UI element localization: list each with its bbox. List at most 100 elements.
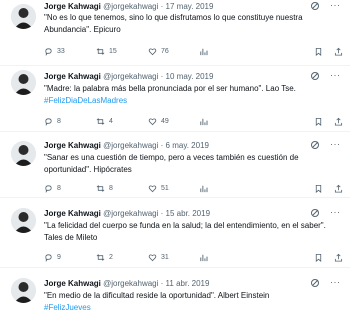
views-button[interactable] <box>199 183 212 194</box>
tweet-5[interactable]: Jorge Kahwagi @jorgekahwagi · 11 abr. 20… <box>0 268 350 315</box>
separator-dot: · <box>160 209 164 218</box>
tweet-date[interactable]: 17 may. 2019 <box>166 2 214 11</box>
tweet-date[interactable]: 10 may. 2019 <box>166 72 214 81</box>
grok-icon[interactable] <box>310 140 320 150</box>
reply-count: 8 <box>57 117 61 125</box>
separator-dot: · <box>160 2 164 11</box>
tweet-text-content: "La felicidad del cuerpo se funda en la … <box>44 221 326 242</box>
like-button[interactable]: 51 <box>148 183 169 194</box>
tweet-text-content: "Madre: la palabra más bella pronunciada… <box>44 84 296 93</box>
retweet-count: 15 <box>109 47 117 55</box>
tweet-text: "La felicidad del cuerpo se funda en la … <box>44 220 340 244</box>
author-name[interactable]: Jorge Kahwagi <box>44 209 101 218</box>
hashtag-link[interactable]: #FelizJueves <box>44 303 91 312</box>
tweet-actions: 8 8 51 <box>44 183 344 194</box>
bookmark-button[interactable] <box>314 46 327 57</box>
bookmark-icon <box>315 47 322 56</box>
reply-count: 33 <box>57 47 65 55</box>
views-button[interactable] <box>199 116 212 127</box>
retweet-button[interactable]: 4 <box>96 116 113 127</box>
reply-icon <box>45 48 52 56</box>
share-icon <box>334 253 343 262</box>
tweet-text: "Sanar es una cuestión de tiempo, pero a… <box>44 152 340 176</box>
heart-icon <box>148 48 157 56</box>
tweet-header: Jorge Kahwagi @jorgekahwagi · 15 abr. 20… <box>44 208 210 219</box>
author-name[interactable]: Jorge Kahwagi <box>44 141 101 150</box>
views-icon <box>200 185 208 193</box>
reply-button[interactable]: 9 <box>44 252 61 263</box>
share-icon <box>334 47 343 56</box>
tweet-text: "No es lo que tenemos, sino lo que disfr… <box>44 12 340 36</box>
grok-icon[interactable] <box>310 1 320 11</box>
views-button[interactable] <box>199 252 212 263</box>
bookmark-button[interactable] <box>314 183 327 194</box>
retweet-button[interactable]: 8 <box>96 183 113 194</box>
tweet-date[interactable]: 6 may. 2019 <box>166 141 209 150</box>
tweet-text-content: "En medio de la dificultad reside la opo… <box>44 291 270 300</box>
like-button[interactable]: 49 <box>148 116 169 127</box>
reply-icon <box>45 118 52 126</box>
share-icon <box>334 117 343 126</box>
grok-icon[interactable] <box>310 278 320 288</box>
retweet-button[interactable]: 2 <box>96 252 113 263</box>
like-count: 51 <box>161 184 169 192</box>
reply-button[interactable]: 8 <box>44 116 61 127</box>
author-handle[interactable]: @jorgekahwagi <box>103 279 158 288</box>
bookmark-button[interactable] <box>314 116 327 127</box>
author-handle[interactable]: @jorgekahwagi <box>103 2 158 11</box>
grok-icon[interactable] <box>310 71 320 81</box>
share-icon <box>334 184 343 193</box>
tweet-header: Jorge Kahwagi @jorgekahwagi · 11 abr. 20… <box>44 278 209 289</box>
bookmark-button[interactable] <box>314 252 327 263</box>
tweet-date[interactable]: 11 abr. 2019 <box>166 279 210 288</box>
avatar[interactable] <box>11 70 36 95</box>
share-button[interactable] <box>334 46 347 57</box>
author-handle[interactable]: @jorgekahwagi <box>103 72 158 81</box>
tweet-actions: 8 4 49 <box>44 116 344 127</box>
reply-count: 9 <box>57 253 61 261</box>
author-handle[interactable]: @jorgekahwagi <box>103 141 158 150</box>
retweet-icon <box>96 118 105 125</box>
author-name[interactable]: Jorge Kahwagi <box>44 279 101 288</box>
like-button[interactable]: 31 <box>148 252 169 263</box>
reply-button[interactable]: 8 <box>44 183 61 194</box>
like-button[interactable]: 76 <box>148 46 169 57</box>
tweet-date[interactable]: 15 abr. 2019 <box>166 209 210 218</box>
separator-dot: · <box>160 141 164 150</box>
more-options-icon[interactable]: ··· <box>330 139 341 149</box>
bookmark-icon <box>315 253 322 262</box>
tweet-actions: 33 15 76 <box>44 46 344 57</box>
views-icon <box>200 118 208 126</box>
like-count: 76 <box>161 47 169 55</box>
share-button[interactable] <box>334 183 347 194</box>
tweet-2[interactable]: Jorge Kahwagi @jorgekahwagi · 10 may. 20… <box>0 66 350 132</box>
share-button[interactable] <box>334 116 347 127</box>
author-name[interactable]: Jorge Kahwagi <box>44 72 101 81</box>
share-button[interactable] <box>334 252 347 263</box>
hashtag-link[interactable]: #FelizDiaDeLasMadres <box>44 96 127 105</box>
author-handle[interactable]: @jorgekahwagi <box>103 209 158 218</box>
avatar[interactable] <box>11 141 36 166</box>
reply-icon <box>45 254 52 262</box>
views-button[interactable] <box>199 46 212 57</box>
tweet-3[interactable]: Jorge Kahwagi @jorgekahwagi · 6 may. 201… <box>0 132 350 198</box>
retweet-count: 8 <box>109 184 113 192</box>
avatar[interactable] <box>11 278 36 303</box>
tweet-header: Jorge Kahwagi @jorgekahwagi · 10 may. 20… <box>44 71 213 82</box>
separator-dot: · <box>160 279 164 288</box>
more-options-icon[interactable]: ··· <box>330 0 341 10</box>
retweet-button[interactable]: 15 <box>96 46 117 57</box>
more-options-icon[interactable]: ··· <box>330 70 341 80</box>
retweet-icon <box>96 48 105 55</box>
tweet-1[interactable]: Jorge Kahwagi @jorgekahwagi · 17 may. 20… <box>0 0 350 66</box>
tweet-4[interactable]: Jorge Kahwagi @jorgekahwagi · 15 abr. 20… <box>0 198 350 268</box>
avatar[interactable] <box>11 208 36 233</box>
grok-icon[interactable] <box>310 208 320 218</box>
heart-icon <box>148 185 157 193</box>
avatar[interactable] <box>11 4 36 29</box>
author-name[interactable]: Jorge Kahwagi <box>44 2 101 11</box>
reply-button[interactable]: 33 <box>44 46 65 57</box>
more-options-icon[interactable]: ··· <box>330 277 341 287</box>
tweet-text-content: "No es lo que tenemos, sino lo que disfr… <box>44 13 303 34</box>
more-options-icon[interactable]: ··· <box>330 207 341 217</box>
